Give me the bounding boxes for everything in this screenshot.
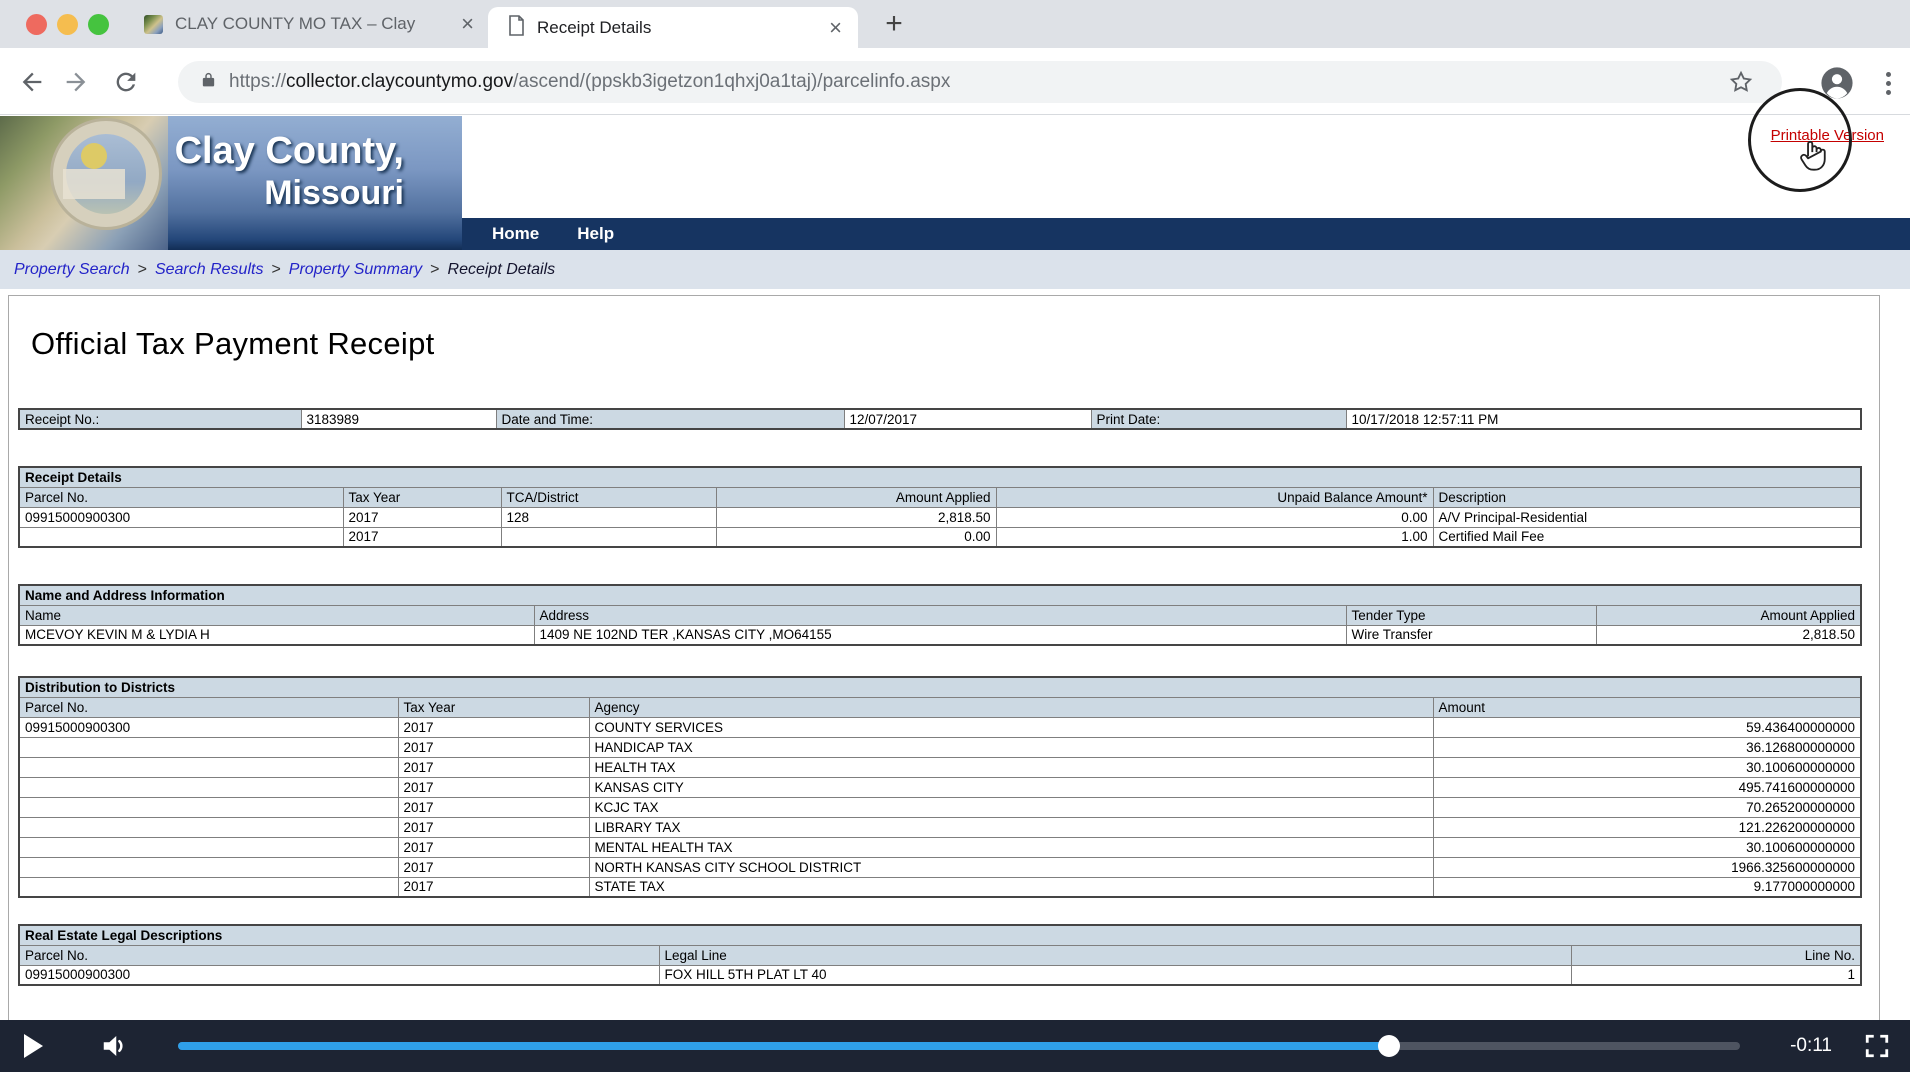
table-row: 2017 HEALTH TAX 30.100600000000	[18, 756, 1862, 778]
banner-line1: Clay County,	[174, 130, 404, 172]
table-row: 09915000900300 2017 COUNTY SERVICES 59.4364…	[18, 716, 1862, 738]
legal-descriptions-table: Real Estate Legal Descriptions Parcel No.…	[18, 924, 1863, 986]
browser-toolbar: https://collector.claycountymo.gov/ascen…	[0, 48, 1910, 115]
progress-fill	[178, 1042, 1389, 1050]
new-tab-button[interactable]: +	[876, 6, 912, 42]
lock-icon	[200, 70, 217, 95]
progress-bar[interactable]	[178, 1035, 1740, 1057]
maximize-window-button[interactable]	[88, 14, 109, 35]
url-text: https://collector.claycountymo.gov/ascen…	[229, 71, 950, 93]
window-controls	[26, 14, 109, 35]
browser-window: CLAY COUNTY MO TAX – Clay × Receipt Deta…	[0, 0, 1910, 1072]
table-row: 2017 KANSAS CITY 495.741600000000	[18, 776, 1862, 798]
receipt-content: Official Tax Payment Receipt Receipt No.…	[8, 295, 1880, 1020]
table-row: MCEVOY KEVIN M & LYDIA H 1409 NE 102ND TE…	[18, 624, 1862, 646]
table-row: 2017 HANDICAP TAX 36.126800000000	[18, 736, 1862, 758]
minimize-window-button[interactable]	[57, 14, 78, 35]
breadcrumb-property-search[interactable]: Property Search	[14, 261, 130, 279]
breadcrumb-separator: >	[271, 260, 281, 278]
table-row: Real Estate Legal Descriptions	[18, 924, 1862, 946]
reload-button[interactable]	[112, 68, 140, 96]
hand-cursor-icon	[1796, 136, 1830, 179]
table-row: 2017 KCJC TAX 70.265200000000	[18, 796, 1862, 818]
clay-county-favicon-icon	[144, 14, 163, 34]
breadcrumb-separator: >	[430, 260, 440, 278]
tab-title: Receipt Details	[537, 17, 652, 37]
address-bar[interactable]: https://collector.claycountymo.gov/ascen…	[178, 61, 1782, 103]
nav-help-link[interactable]: Help	[577, 224, 614, 244]
close-window-button[interactable]	[26, 14, 47, 35]
county-seal-icon	[50, 118, 162, 230]
table-row: 2017 NORTH KANSAS CITY SCHOOL DISTRICT 196…	[18, 856, 1862, 878]
close-tab-icon[interactable]: ×	[457, 13, 478, 35]
breadcrumb-search-results[interactable]: Search Results	[155, 261, 264, 279]
table-row: 2017 LIBRARY TAX 121.226200000000	[18, 816, 1862, 838]
document-icon	[508, 14, 525, 41]
table-row: Name Address Tender Type Amount Applied	[18, 604, 1862, 626]
table-row: 2017 STATE TAX 9.177000000000	[18, 876, 1862, 898]
banner-line2: Missouri	[264, 173, 404, 212]
close-tab-icon[interactable]: ×	[825, 16, 846, 38]
banner-title: Clay County, Missouri	[175, 130, 404, 213]
table-row: 2017 0.00 1.00 Certified Mail Fee	[18, 526, 1862, 548]
breadcrumb-property-summary[interactable]: Property Summary	[289, 261, 422, 279]
progress-handle[interactable]	[1377, 1035, 1400, 1057]
breadcrumb-receipt-details: Receipt Details	[447, 260, 556, 278]
tab-receipt-details[interactable]: Receipt Details ×	[488, 7, 858, 48]
tab-clay-county-tax[interactable]: CLAY COUNTY MO TAX – Clay ×	[122, 0, 488, 48]
table-row: 2017 MENTAL HEALTH TAX 30.100600000000	[18, 836, 1862, 858]
table-row: 09915000900300 2017 128 2,818.50 0.00 A/V Pri…	[18, 506, 1862, 528]
page-title: Official Tax Payment Receipt	[31, 326, 435, 361]
volume-icon[interactable]	[100, 1032, 130, 1065]
table-row: Parcel No. Tax Year TCA/District Amount App…	[18, 486, 1862, 508]
site-navbar: Home Help	[462, 218, 1910, 250]
fullscreen-button[interactable]	[1864, 1033, 1890, 1064]
table-row: Distribution to Districts	[18, 676, 1862, 698]
url-scheme: https://	[229, 71, 287, 92]
table-row: Name and Address Information	[18, 584, 1862, 606]
forward-button[interactable]	[62, 68, 90, 96]
receipt-details-table: Receipt Details Parcel No. Tax Year TCA/Dis…	[18, 466, 1863, 548]
url-path: /ascend/(ppskb3igetzon1qhxj0a1taj)/parce…	[513, 71, 951, 92]
table-row: 09915000900300 FOX HILL 5TH PLAT LT 40 1	[18, 964, 1862, 986]
distribution-table: Distribution to Districts Parcel No. Tax Y…	[18, 676, 1863, 898]
receipt-meta-table: Receipt No.: 3183989 Date and Time: 12/07/2…	[18, 408, 1862, 430]
site-header: Clay County, Missouri Printable Version …	[0, 116, 1910, 250]
breadcrumb-separator: >	[137, 260, 147, 278]
table-row: Parcel No. Tax Year Agency Amount	[18, 696, 1862, 718]
breadcrumb: Property Search > Search Results > Prope…	[0, 250, 1910, 289]
table-row: Parcel No. Legal Line Line No.	[18, 944, 1862, 966]
tab-strip: CLAY COUNTY MO TAX – Clay × Receipt Deta…	[0, 0, 1910, 48]
browser-menu-button[interactable]	[1886, 68, 1892, 99]
table-row: Receipt No.: 3183989 Date and Time: 12/07/2…	[18, 408, 1862, 430]
tab-title: CLAY COUNTY MO TAX – Clay	[175, 14, 416, 33]
nav-home-link[interactable]: Home	[492, 224, 539, 244]
bookmark-star-icon[interactable]	[1728, 69, 1754, 100]
back-button[interactable]	[18, 68, 46, 96]
play-button[interactable]	[24, 1034, 43, 1058]
url-domain: collector.claycountymo.gov	[286, 71, 514, 92]
clay-county-banner: Clay County, Missouri	[0, 116, 462, 250]
video-player-bar: -0:11	[0, 1020, 1910, 1072]
table-row: Receipt Details	[18, 466, 1862, 488]
name-address-table: Name and Address Information Name Address T…	[18, 584, 1863, 646]
time-remaining: -0:11	[1790, 1035, 1832, 1056]
